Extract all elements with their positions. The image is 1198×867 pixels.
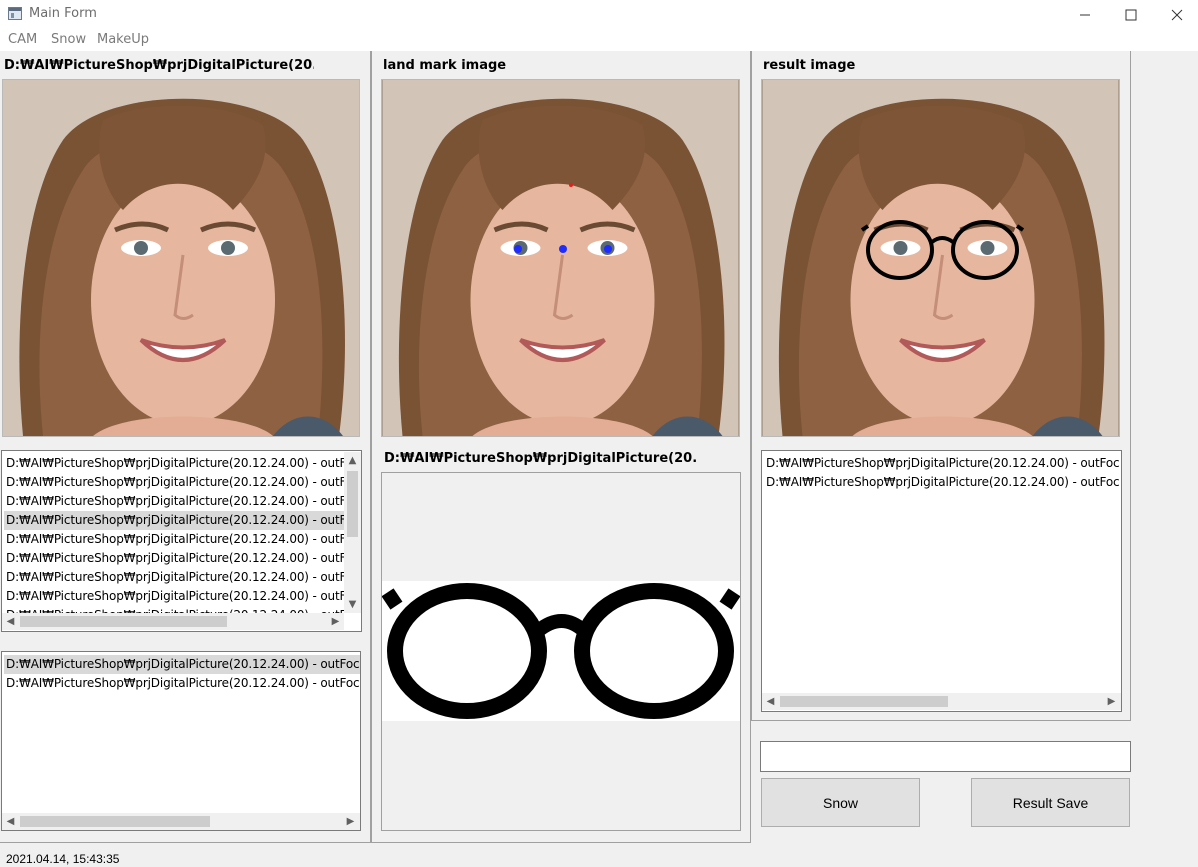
scroll-thumb[interactable] bbox=[20, 816, 210, 827]
accessory-panel bbox=[381, 472, 741, 831]
scroll-thumb[interactable] bbox=[780, 696, 948, 707]
landmark-point-left-eye bbox=[514, 245, 522, 253]
app-icon bbox=[8, 7, 22, 20]
scroll-left-icon[interactable]: ◀ bbox=[2, 613, 19, 630]
list-item[interactable]: D:₩AI₩PictureShop₩prjDigitalPicture(20.1… bbox=[6, 454, 344, 473]
snow-button[interactable]: Snow bbox=[761, 778, 920, 827]
close-icon bbox=[1171, 9, 1183, 21]
glasses-icon bbox=[381, 583, 741, 719]
scroll-right-icon[interactable]: ▶ bbox=[342, 813, 359, 830]
scroll-up-icon[interactable]: ▲ bbox=[344, 452, 361, 469]
minimize-icon bbox=[1080, 14, 1090, 16]
list-item[interactable]: D:₩AI₩PictureShop₩prjDigitalPicture(20.1… bbox=[6, 674, 360, 693]
window-title: Main Form bbox=[29, 6, 97, 21]
source-path-label: D:₩AI₩PictureShop₩prjDigitalPicture(20.1… bbox=[4, 58, 314, 73]
menu-bar bbox=[0, 30, 1198, 51]
scroll-right-icon[interactable]: ▶ bbox=[1103, 693, 1120, 710]
status-datetime: 2021.04.14, 15:43:35 bbox=[6, 852, 120, 866]
list-item[interactable]: D:₩AI₩PictureShop₩prjDigitalPicture(20.1… bbox=[6, 549, 344, 568]
scroll-left-icon[interactable]: ◀ bbox=[762, 693, 779, 710]
result-image bbox=[761, 79, 1120, 437]
glasses-image bbox=[381, 581, 741, 721]
result-textbox[interactable] bbox=[760, 741, 1131, 772]
landmark-point-right-eye bbox=[604, 245, 612, 253]
second-list[interactable]: D:₩AI₩PictureShop₩prjDigitalPicture(20.1… bbox=[1, 651, 361, 831]
maximize-icon bbox=[1125, 9, 1137, 21]
list-item[interactable]: D:₩AI₩PictureShop₩prjDigitalPicture(20.1… bbox=[6, 568, 344, 587]
scroll-right-icon[interactable]: ▶ bbox=[327, 613, 344, 630]
landmark-image bbox=[381, 79, 740, 437]
list-item[interactable]: D:₩AI₩PictureShop₩prjDigitalPicture(20.1… bbox=[766, 454, 1120, 473]
result-list[interactable]: D:₩AI₩PictureShop₩prjDigitalPicture(20.1… bbox=[761, 450, 1122, 712]
maximize-button[interactable] bbox=[1108, 0, 1154, 30]
scroll-thumb[interactable] bbox=[20, 616, 227, 627]
minimize-button[interactable] bbox=[1062, 0, 1108, 30]
source-image bbox=[2, 79, 360, 437]
file-list-hscroll[interactable]: ◀ ▶ bbox=[2, 613, 344, 630]
accessory-path-label: D:₩AI₩PictureShop₩prjDigitalPicture(20.1… bbox=[384, 451, 696, 466]
file-list-vscroll[interactable]: ▲ ▼ bbox=[344, 452, 361, 613]
result-save-button[interactable]: Result Save bbox=[971, 778, 1130, 827]
title-bar bbox=[0, 0, 1198, 30]
menu-snow[interactable]: Snow bbox=[51, 32, 86, 47]
scroll-thumb[interactable] bbox=[347, 471, 358, 537]
result-list-hscroll[interactable]: ◀ ▶ bbox=[762, 693, 1121, 710]
list-item[interactable]: D:₩AI₩PictureShop₩prjDigitalPicture(20.1… bbox=[766, 473, 1120, 492]
scroll-left-icon[interactable]: ◀ bbox=[2, 813, 19, 830]
list-item[interactable]: D:₩AI₩PictureShop₩prjDigitalPicture(20.1… bbox=[4, 655, 360, 674]
result-label: result image bbox=[763, 58, 856, 73]
list-item[interactable]: D:₩AI₩PictureShop₩prjDigitalPicture(20.1… bbox=[6, 473, 344, 492]
list-item[interactable]: D:₩AI₩PictureShop₩prjDigitalPicture(20.1… bbox=[6, 530, 344, 549]
second-list-hscroll[interactable]: ◀ ▶ bbox=[2, 813, 360, 830]
file-list[interactable]: D:₩AI₩PictureShop₩prjDigitalPicture(20.1… bbox=[1, 450, 362, 632]
list-item[interactable]: D:₩AI₩PictureShop₩prjDigitalPicture(20.1… bbox=[6, 587, 344, 606]
menu-cam[interactable]: CAM bbox=[8, 32, 37, 47]
landmark-point-forehead bbox=[569, 183, 573, 187]
close-button[interactable] bbox=[1154, 0, 1198, 30]
list-item[interactable]: D:₩AI₩PictureShop₩prjDigitalPicture(20.1… bbox=[6, 492, 344, 511]
landmark-label: land mark image bbox=[383, 58, 507, 73]
landmark-point-nose-bridge bbox=[559, 245, 567, 253]
scroll-down-icon[interactable]: ▼ bbox=[344, 596, 361, 613]
list-item[interactable]: D:₩AI₩PictureShop₩prjDigitalPicture(20.1… bbox=[4, 511, 344, 530]
menu-makeup[interactable]: MakeUp bbox=[97, 32, 149, 47]
